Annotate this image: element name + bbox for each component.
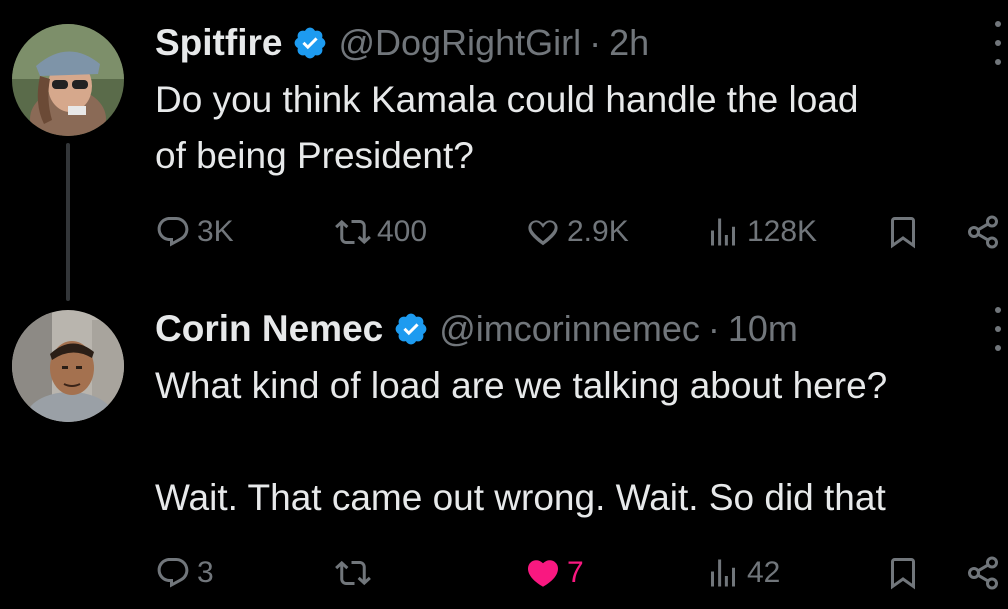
- reply-count: 3: [197, 556, 214, 589]
- views-count: 128K: [747, 215, 818, 248]
- tweet-text: Do you think Kamala could handle the loa…: [155, 79, 859, 176]
- views-button[interactable]: 128K: [705, 210, 817, 254]
- views-count: 42: [747, 556, 781, 589]
- tweet-text: What kind of load are we talking about h…: [155, 365, 888, 518]
- views-chart-icon: [711, 559, 735, 587]
- like-count: 7: [567, 556, 584, 589]
- heart-filled-icon: [527, 560, 559, 587]
- bookmark-button[interactable]: [885, 210, 927, 254]
- bookmark-button[interactable]: [885, 551, 927, 595]
- repost-count: 400: [377, 215, 428, 248]
- share-icon: [968, 215, 998, 249]
- reply-button[interactable]: 3: [155, 551, 214, 595]
- like-button[interactable]: 2.9K: [525, 210, 629, 254]
- verified-badge-icon: [295, 27, 326, 59]
- reply-button[interactable]: 3K: [155, 210, 234, 254]
- reply-icon: [157, 217, 189, 247]
- heart-icon: [528, 220, 558, 246]
- repost-icon: [335, 560, 371, 586]
- avatar[interactable]: [12, 24, 124, 136]
- action-bar: 3 7 42: [155, 551, 1008, 595]
- tweet-header: Spitfire @DogRightGirl · 2h: [155, 18, 1008, 68]
- author-handle[interactable]: @imcorinnemec: [439, 308, 700, 350]
- profile-photo-icon: [12, 24, 124, 136]
- author-name[interactable]: Corin Nemec: [155, 308, 383, 350]
- more-options-icon[interactable]: [988, 307, 1008, 351]
- share-button[interactable]: [965, 210, 1007, 254]
- repost-button[interactable]: 400: [335, 210, 427, 254]
- bookmark-icon: [891, 217, 915, 249]
- timestamp[interactable]: 2h: [609, 22, 649, 64]
- verified-badge-icon: [395, 313, 427, 345]
- author-name[interactable]: Spitfire: [155, 22, 282, 64]
- reply-count: 3K: [197, 215, 234, 248]
- reply-icon: [157, 558, 189, 588]
- thread-connector-line: [66, 143, 70, 301]
- profile-photo-icon: [12, 310, 124, 422]
- timestamp[interactable]: 10m: [728, 308, 798, 350]
- share-button[interactable]: [965, 551, 1007, 595]
- separator-dot: ·: [589, 22, 602, 63]
- author-handle[interactable]: @DogRightGirl: [338, 22, 581, 64]
- views-button[interactable]: 42: [705, 551, 780, 595]
- views-chart-icon: [711, 218, 735, 246]
- like-button[interactable]: 7: [525, 551, 584, 595]
- repost-button[interactable]: [335, 551, 377, 595]
- avatar[interactable]: [12, 310, 124, 422]
- separator-dot: ·: [707, 308, 720, 349]
- like-count: 2.9K: [567, 215, 629, 248]
- action-bar: 3K 400 2.9K 128K: [155, 210, 1008, 254]
- share-icon: [968, 556, 998, 590]
- repost-icon: [335, 219, 371, 245]
- tweet-header: Corin Nemec @imcorinnemec · 10m: [155, 304, 1008, 354]
- bookmark-icon: [891, 558, 915, 590]
- more-options-icon[interactable]: [988, 21, 1008, 65]
